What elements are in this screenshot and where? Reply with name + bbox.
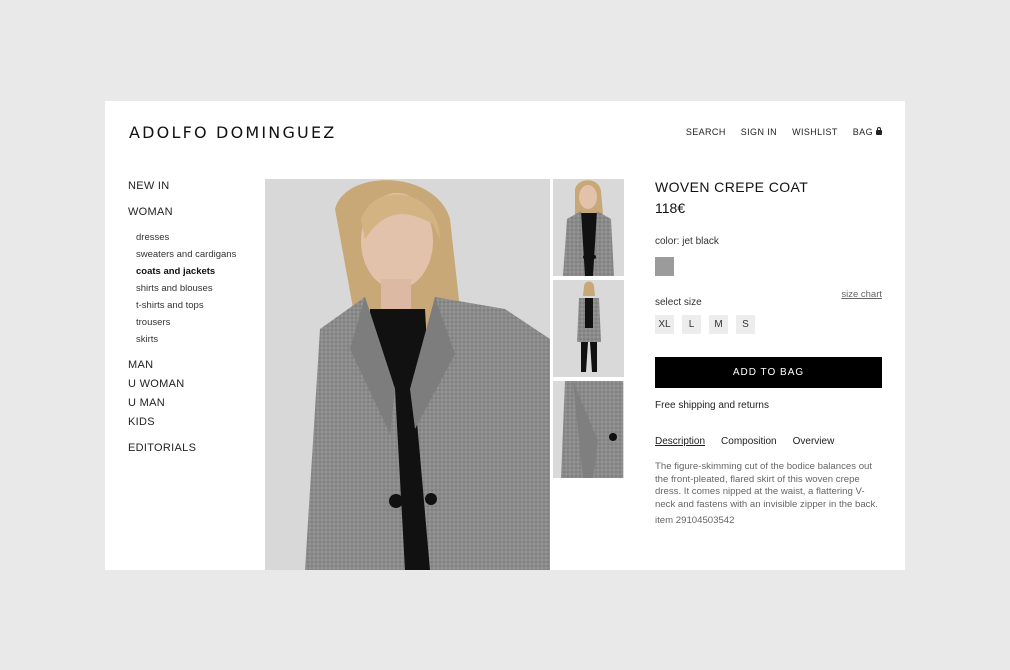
- sidebar-item-new-in[interactable]: NEW IN: [128, 180, 236, 192]
- sidebar-navigation: NEW IN WOMAN dresses sweaters and cardig…: [128, 180, 236, 454]
- product-title: WOVEN CREPE COAT: [655, 179, 809, 195]
- product-info-panel: WOVEN CREPE COAT 118€ color: jet black s…: [655, 179, 882, 526]
- product-tabs: Description Composition Overview: [655, 436, 882, 447]
- add-to-bag-button[interactable]: ADD TO BAG: [655, 357, 882, 388]
- color-label: color: jet black: [655, 236, 719, 247]
- sign-in-link[interactable]: SIGN IN: [741, 127, 777, 137]
- sidebar-subitem-tshirts[interactable]: t-shirts and tops: [136, 300, 236, 311]
- tab-overview[interactable]: Overview: [793, 436, 835, 447]
- size-options: XL L M S: [655, 315, 882, 334]
- model-photo-illustration: [265, 179, 550, 570]
- search-link[interactable]: SEARCH: [686, 127, 726, 137]
- bag-icon: [876, 127, 882, 135]
- bag-link[interactable]: BAG: [853, 127, 882, 137]
- product-price: 118€: [655, 200, 686, 216]
- thumbnail-photo: [553, 179, 624, 276]
- product-description: The figure-skimming cut of the bodice ba…: [655, 461, 878, 510]
- item-number: item 29104503542: [655, 515, 735, 526]
- wishlist-link[interactable]: WISHLIST: [792, 127, 838, 137]
- top-navigation: SEARCH SIGN IN WISHLIST BAG: [686, 127, 882, 137]
- size-option-xl[interactable]: XL: [655, 315, 674, 334]
- bag-label: BAG: [852, 127, 873, 137]
- sidebar-subitem-shirts[interactable]: shirts and blouses: [136, 283, 236, 294]
- shipping-info: Free shipping and returns: [655, 400, 769, 411]
- product-thumbnail-3[interactable]: [553, 381, 624, 478]
- select-size-label: select size: [655, 297, 702, 308]
- product-thumbnail-2[interactable]: [553, 280, 624, 377]
- sidebar-item-u-man[interactable]: U MAN: [128, 397, 236, 409]
- size-option-l[interactable]: L: [682, 315, 701, 334]
- sidebar-subitem-coats[interactable]: coats and jackets: [136, 266, 236, 277]
- size-option-s[interactable]: S: [736, 315, 755, 334]
- tab-composition[interactable]: Composition: [721, 436, 777, 447]
- sidebar-item-u-woman[interactable]: U WOMAN: [128, 378, 236, 390]
- sidebar-subitem-trousers[interactable]: trousers: [136, 317, 236, 328]
- thumbnail-photo: [553, 381, 624, 478]
- size-header: select size size chart: [655, 289, 882, 311]
- thumbnail-photo: [553, 280, 624, 377]
- product-thumbnail-1[interactable]: [553, 179, 624, 276]
- brand-logo[interactable]: ADOLFO DOMINGUEZ: [129, 123, 336, 142]
- sidebar-subitem-dresses[interactable]: dresses: [136, 232, 236, 243]
- sidebar-subitem-skirts[interactable]: skirts: [136, 334, 236, 345]
- sidebar-item-kids[interactable]: KIDS: [128, 416, 236, 428]
- sidebar-subitem-sweaters[interactable]: sweaters and cardigans: [136, 249, 236, 260]
- page-card: ADOLFO DOMINGUEZ SEARCH SIGN IN WISHLIST…: [105, 101, 905, 570]
- tab-description[interactable]: Description: [655, 436, 705, 447]
- color-swatch[interactable]: [655, 257, 674, 276]
- size-chart-link[interactable]: size chart: [841, 289, 882, 300]
- size-option-m[interactable]: M: [709, 315, 728, 334]
- sidebar-item-man[interactable]: MAN: [128, 359, 236, 371]
- sidebar-item-woman[interactable]: WOMAN: [128, 206, 236, 218]
- sidebar-item-editorials[interactable]: EDITORIALS: [128, 442, 236, 454]
- product-main-image[interactable]: [265, 179, 550, 570]
